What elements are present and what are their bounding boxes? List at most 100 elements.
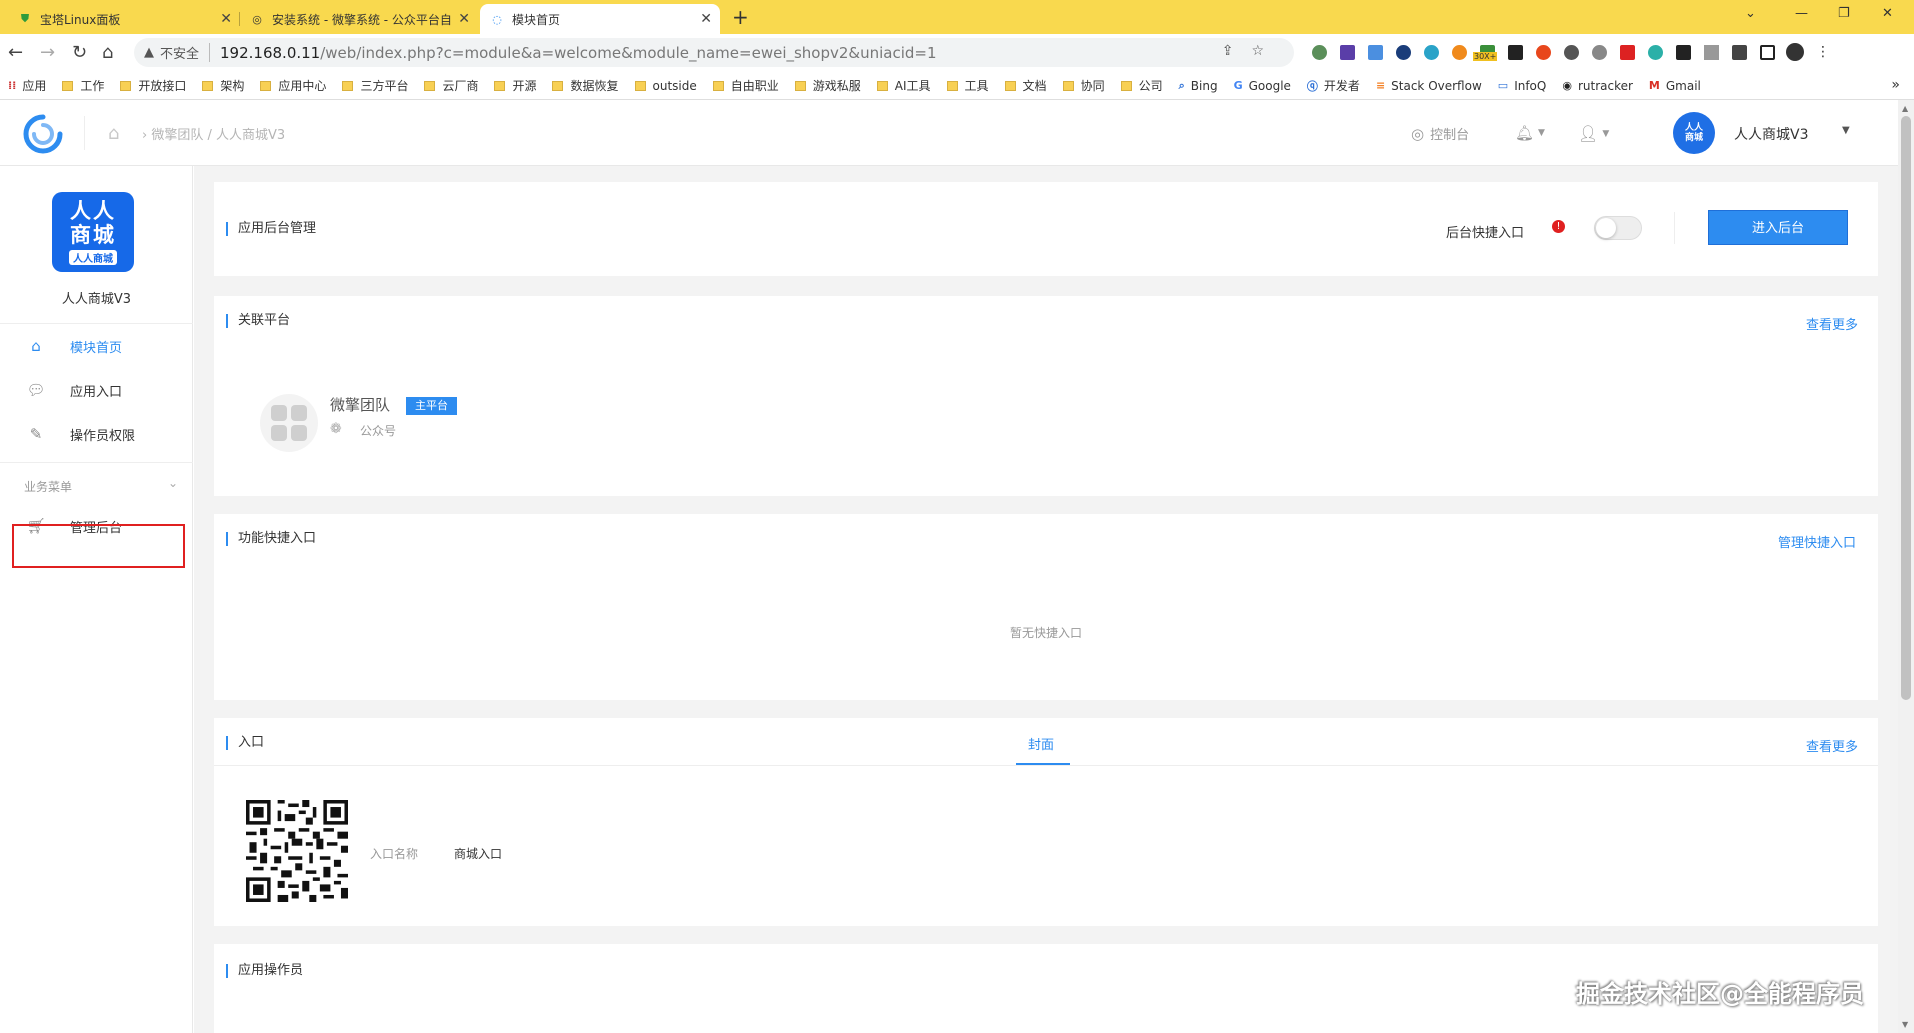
extension-icon[interactable] <box>1333 42 1361 62</box>
extension-icon[interactable] <box>1641 42 1669 62</box>
scroll-up-icon[interactable]: ▲ <box>1902 104 1908 113</box>
extension-icon[interactable] <box>1669 42 1697 62</box>
home-icon[interactable]: ⌂ <box>102 42 113 63</box>
bell-icon: 🔔︎ <box>1515 124 1535 142</box>
browser-tab[interactable]: ◎ 安装系统 - 微擎系统 - 公众平台自助 ✕ <box>240 4 478 34</box>
share-bookmark-icons[interactable]: ⇪☆ <box>1222 43 1282 59</box>
developer-icon: ⓠ <box>1306 79 1318 93</box>
extension-icon[interactable] <box>1305 42 1333 62</box>
highlight-annotation-box <box>12 524 185 568</box>
folder-icon <box>260 80 272 91</box>
bookmark-folder[interactable]: 开放接口 <box>120 77 186 94</box>
bookmark-apps[interactable]: ⁞⁞ 应用 <box>8 77 46 94</box>
bookmark-folder[interactable]: 文档 <box>1004 77 1047 94</box>
bookmark-folder[interactable]: 协同 <box>1062 77 1105 94</box>
app-logo-icon[interactable] <box>22 113 64 155</box>
extension-icon[interactable] <box>1445 42 1473 62</box>
close-icon[interactable]: ✕ <box>220 11 232 27</box>
puzzle-icon[interactable] <box>1725 42 1753 62</box>
shop-name[interactable]: 人人商城V3 <box>1734 124 1808 144</box>
forward-icon[interactable]: → <box>40 42 55 63</box>
view-more-link[interactable]: 查看更多 <box>1806 736 1858 755</box>
chevron-down-icon[interactable]: ⌄ <box>1745 6 1756 21</box>
bookmark-link[interactable]: ⌕ Bing <box>1179 79 1218 93</box>
caret-down-icon[interactable]: ▼ <box>1842 125 1850 136</box>
bookmark-folder[interactable]: outside <box>634 79 697 93</box>
menu-group-label[interactable]: 业务菜单 <box>24 478 72 495</box>
bookmark-label: 开放接口 <box>138 79 187 93</box>
avatar[interactable]: 人人 商城 <box>1673 112 1715 154</box>
qr-code-image[interactable] <box>246 800 348 902</box>
back-icon[interactable]: ← <box>8 42 23 63</box>
bookmark-folder[interactable]: 数据恢复 <box>552 77 619 94</box>
sidebar-item-app-entry[interactable]: 💬︎ 应用入口 <box>0 368 193 412</box>
linked-platform-card: 关联平台 查看更多 微擎团队 主平台 ❁ 公众号 <box>214 296 1878 496</box>
browser-tab-active[interactable]: ◌ 模块首页 ✕ <box>480 4 720 34</box>
close-icon[interactable]: ✕ <box>458 11 470 27</box>
bookmark-folder[interactable]: 自由职业 <box>712 77 779 94</box>
platform-avatar[interactable] <box>260 394 318 452</box>
bookmark-folder[interactable]: 工作 <box>62 77 104 94</box>
bookmark-link[interactable]: ⓠ 开发者 <box>1307 77 1360 94</box>
bookmark-folder[interactable]: 云厂商 <box>424 77 478 94</box>
empty-state-text: 暂无快捷入口 <box>1009 626 1082 640</box>
bookmark-folder[interactable]: 架构 <box>202 77 244 94</box>
tab-cover[interactable]: 封面 <box>1028 734 1054 753</box>
placeholder-square <box>291 425 307 441</box>
console-link[interactable]: ◎ 控制台 <box>1411 124 1469 144</box>
sidebar-item-module-home[interactable]: ⌂ 模块首页 <box>0 324 193 368</box>
platform-name[interactable]: 微擎团队 <box>330 394 390 415</box>
url-input[interactable]: ▲ 不安全 192.168.0.11 /web/index.php?c=modu… <box>134 38 1294 67</box>
minimize-icon[interactable]: — <box>1795 6 1808 21</box>
extension-icon[interactable] <box>1697 42 1725 62</box>
view-more-link[interactable]: 查看更多 <box>1806 314 1858 333</box>
extension-icon[interactable] <box>1529 42 1557 62</box>
extension-icon[interactable]: 30X+ <box>1473 42 1501 62</box>
extension-icon[interactable] <box>1417 42 1445 62</box>
reload-icon[interactable]: ↻ <box>72 42 87 63</box>
sidebar-item-operator-permissions[interactable]: ✎ 操作员权限 <box>0 412 193 456</box>
info-icon[interactable]: ! <box>1552 220 1565 233</box>
maximize-icon[interactable]: ❐ <box>1838 6 1850 21</box>
chat-icon: 💬︎ <box>26 381 46 399</box>
chevron-right-double-icon[interactable]: » <box>1891 77 1900 93</box>
chevron-down-icon[interactable]: ⌄ <box>168 476 178 490</box>
extension-icon[interactable] <box>1389 42 1417 62</box>
bookmark-folder[interactable]: AI工具 <box>876 77 931 94</box>
bookmark-link[interactable]: ▭ InfoQ <box>1498 79 1547 93</box>
scrollbar-thumb[interactable] <box>1901 116 1911 700</box>
bookmark-folder[interactable]: 工具 <box>946 77 989 94</box>
extension-icon[interactable] <box>1585 42 1613 62</box>
profile-avatar-icon[interactable] <box>1781 42 1809 62</box>
extension-icon[interactable] <box>1557 42 1585 62</box>
bookmark-link[interactable]: ◉ rutracker <box>1562 79 1633 93</box>
notifications-dropdown[interactable]: 🔔︎ ▼ <box>1515 124 1545 142</box>
new-tab-icon[interactable]: + <box>732 5 749 29</box>
home-icon[interactable]: ⌂ <box>108 123 119 144</box>
enter-backend-button[interactable]: 进入后台 <box>1708 210 1848 245</box>
extension-icon[interactable] <box>1361 42 1389 62</box>
manage-shortcut-link[interactable]: 管理快捷入口 <box>1778 532 1856 551</box>
bookmark-folder[interactable]: 游戏私服 <box>794 77 861 94</box>
page-scrollbar[interactable]: ▲ ▼ <box>1898 100 1914 1033</box>
user-dropdown[interactable]: 👤︎ ▼ <box>1578 124 1609 143</box>
scroll-down-icon[interactable]: ▼ <box>1902 1020 1908 1029</box>
browser-tab[interactable]: ⛊ 宝塔Linux面板 ✕ <box>8 4 240 34</box>
extension-icon[interactable] <box>1501 42 1529 62</box>
window-close-icon[interactable]: ✕ <box>1882 6 1893 21</box>
bookmark-folder[interactable]: 公司 <box>1120 77 1163 94</box>
folder-icon <box>634 80 646 91</box>
quick-entry-toggle[interactable] <box>1594 216 1642 240</box>
sidepanel-icon[interactable] <box>1753 42 1781 62</box>
bookmark-folder[interactable]: 开源 <box>494 77 536 94</box>
extension-icon[interactable] <box>1613 42 1641 62</box>
bookmark-folder[interactable]: 三方平台 <box>342 77 408 94</box>
bookmark-link[interactable]: M Gmail <box>1649 79 1701 93</box>
bookmark-link[interactable]: ≡ Stack Overflow <box>1376 79 1482 93</box>
bookmark-folder[interactable]: 应用中心 <box>260 77 326 94</box>
close-icon[interactable]: ✕ <box>700 11 712 27</box>
breadcrumb-text[interactable]: 微擎团队 / 人人商城V3 <box>151 128 285 143</box>
bookmark-label: 三方平台 <box>360 79 409 93</box>
bookmark-link[interactable]: G Google <box>1234 79 1291 93</box>
more-vert-icon[interactable]: ⋮ <box>1809 42 1837 62</box>
